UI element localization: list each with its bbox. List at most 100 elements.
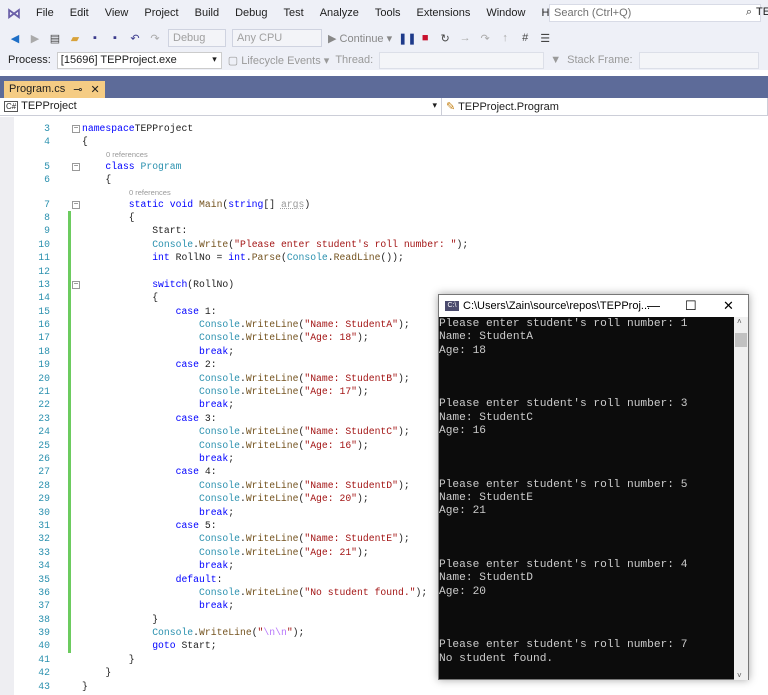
code-token: class xyxy=(105,160,141,172)
restart-icon[interactable]: ↻ xyxy=(438,32,452,45)
menu-project[interactable]: Project xyxy=(136,7,186,19)
code-token: break xyxy=(199,600,229,612)
code-text: } xyxy=(82,680,88,693)
continue-button[interactable]: ▶ Continue ▾ xyxy=(328,32,392,45)
scroll-up-icon[interactable]: ˄ xyxy=(737,317,742,326)
stack-frame-dropdown[interactable] xyxy=(638,51,759,69)
menu-window[interactable]: Window xyxy=(478,7,533,19)
back-icon[interactable]: ◀ xyxy=(8,32,22,45)
collapse-icon[interactable]: − xyxy=(72,125,80,133)
pause-icon[interactable]: ❚❚ xyxy=(398,32,416,45)
menu-debug[interactable]: Debug xyxy=(227,7,275,19)
change-indicator xyxy=(68,478,71,493)
menu-items: File Edit View Project Build Debug Test Analyze… xyxy=(28,7,572,19)
scroll-thumb[interactable] xyxy=(735,333,747,347)
menu-analyze[interactable]: Analyze xyxy=(312,7,367,19)
code-token: { xyxy=(152,292,159,304)
code-text: Console.WriteLine("Age: 21"); xyxy=(199,546,369,559)
step-over-icon[interactable]: ↷ xyxy=(478,32,492,45)
references-count[interactable]: 0 references xyxy=(129,187,171,198)
thread-dropdown[interactable] xyxy=(379,51,545,69)
type-dropdown[interactable]: ✎ TEPProject.Program xyxy=(442,98,768,115)
menu-build[interactable]: Build xyxy=(187,7,227,19)
tab-program-cs[interactable]: Program.cs ⊸ ✕ xyxy=(4,81,105,98)
close-tab-icon[interactable]: ✕ xyxy=(90,83,99,96)
comment-icon[interactable]: ☰ xyxy=(538,32,552,45)
code-text: break; xyxy=(199,599,234,612)
console-title-bar[interactable]: C:\ C:\Users\Zain\source\repos\TEPProj..… xyxy=(439,295,748,317)
menu-tools[interactable]: Tools xyxy=(367,7,409,19)
collapse-icon[interactable]: − xyxy=(72,162,80,171)
change-indicator xyxy=(68,518,71,533)
save-icon[interactable]: ▪ xyxy=(88,32,102,44)
search-input[interactable]: Search (Ctrl+Q) ⌕ xyxy=(549,4,761,22)
code-text: break; xyxy=(199,398,234,411)
code-token: "Age: 20" xyxy=(304,493,358,505)
collapse-icon[interactable]: − xyxy=(72,200,80,209)
menu-edit[interactable]: Edit xyxy=(62,7,97,19)
code-token: "Age: 17" xyxy=(304,386,358,398)
menu-test[interactable]: Test xyxy=(276,7,312,19)
code-text: goto Start; xyxy=(152,639,216,652)
code-text: Console.WriteLine("No student found."); xyxy=(199,586,427,599)
console-window[interactable]: C:\ C:\Users\Zain\source\repos\TEPProj..… xyxy=(438,294,749,680)
lifecycle-events-button[interactable]: ▢ Lifecycle Events ▾ xyxy=(228,54,330,67)
menu-view[interactable]: View xyxy=(97,7,137,19)
code-token: ); xyxy=(397,533,410,545)
project-dropdown[interactable]: C# TEPProject ▾ xyxy=(0,98,442,115)
console-scrollbar[interactable]: ˄ ˅ xyxy=(734,317,748,680)
filter-icon[interactable]: ▼ xyxy=(550,54,561,66)
open-icon[interactable]: ▰ xyxy=(68,32,82,45)
scroll-down-icon[interactable]: ˅ xyxy=(737,671,742,680)
code-text: case 1: xyxy=(176,305,217,318)
code-text: Console.WriteLine("Age: 17"); xyxy=(199,385,369,398)
code-token: "Name: StudentE" xyxy=(304,533,398,545)
change-indicator xyxy=(68,438,71,452)
change-indicator xyxy=(68,304,71,319)
menu-extensions[interactable]: Extensions xyxy=(409,7,479,19)
platform-dropdown[interactable]: Any CPU xyxy=(232,29,322,47)
maximize-button[interactable]: ☐ xyxy=(685,298,697,314)
collapse-icon[interactable]: − xyxy=(72,280,80,289)
standard-toolbar: ◀ ▶ ▤ ▰ ▪ ▪ ↶ ↷ Debug Any CPU ▶ Continue… xyxy=(0,26,768,50)
line-number: 27 xyxy=(38,466,50,478)
line-number: 42 xyxy=(38,667,50,679)
code-token: case xyxy=(175,519,199,531)
close-button[interactable]: ✕ xyxy=(723,298,734,314)
line-number: 14 xyxy=(38,292,50,304)
references-count[interactable]: 0 references xyxy=(106,149,148,160)
change-indicator xyxy=(68,264,71,278)
code-token: 5: xyxy=(199,519,217,531)
process-dropdown[interactable]: [15696] TEPProject.exe xyxy=(56,51,222,69)
stop-icon[interactable]: ■ xyxy=(418,32,432,44)
menu-file[interactable]: File xyxy=(28,7,62,19)
redo-icon[interactable]: ↷ xyxy=(148,32,162,45)
code-token: "Please enter student's roll number: " xyxy=(234,238,457,250)
forward-icon[interactable]: ▶ xyxy=(28,32,42,45)
csharp-project-icon: C# xyxy=(4,101,19,112)
navigation-bar: C# TEPProject ▾ ✎ TEPProject.Program xyxy=(0,98,768,116)
code-token: } xyxy=(82,680,88,692)
code-token: Console xyxy=(199,332,240,344)
minimize-button[interactable]: — xyxy=(647,298,660,313)
code-token: Console xyxy=(286,252,328,264)
codelens-references: 0 references xyxy=(0,149,768,160)
new-project-icon[interactable]: ▤ xyxy=(48,32,62,45)
code-text: Start: xyxy=(152,224,187,237)
code-token: Program xyxy=(140,160,182,172)
code-token: 2: xyxy=(199,359,217,371)
code-token: { xyxy=(82,136,88,148)
configuration-dropdown[interactable]: Debug xyxy=(168,29,226,47)
hex-icon[interactable]: # xyxy=(518,32,532,44)
step-into-icon[interactable]: → xyxy=(458,32,472,44)
code-token: Console xyxy=(199,533,240,545)
undo-icon[interactable]: ↶ xyxy=(128,32,142,45)
pin-icon[interactable]: ⊸ xyxy=(73,83,82,96)
save-all-icon[interactable]: ▪ xyxy=(108,32,122,44)
code-line: 8{ xyxy=(0,210,768,225)
line-number: 40 xyxy=(38,640,50,652)
code-token: WriteLine xyxy=(245,546,299,558)
line-number: 37 xyxy=(38,600,50,612)
step-out-icon[interactable]: ↑ xyxy=(498,32,512,44)
